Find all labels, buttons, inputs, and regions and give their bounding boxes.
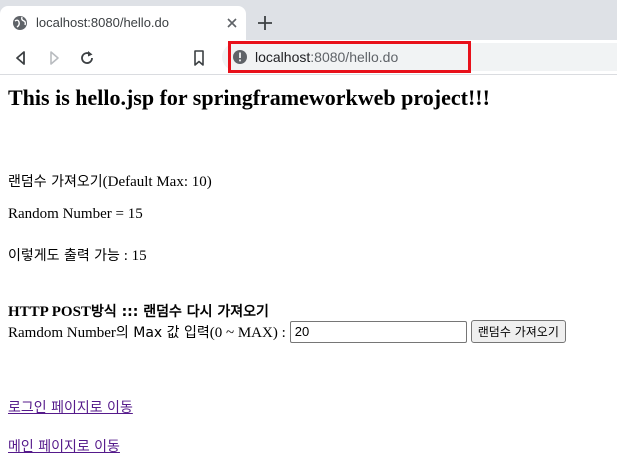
tab-strip: localhost:8080/hello.do xyxy=(0,0,617,40)
page-heading: This is hello.jsp for springframeworkweb… xyxy=(8,85,490,110)
info-icon[interactable] xyxy=(232,49,248,65)
bookmark-icon[interactable] xyxy=(190,49,208,67)
get-random-button[interactable]: 랜덤수 가져오기 xyxy=(470,320,566,343)
tab-title: localhost:8080/hello.do xyxy=(36,15,169,30)
random-number-line: Random Number = 15 xyxy=(8,206,143,222)
url-text[interactable]: localhost:8080/hello.do xyxy=(255,49,398,65)
globe-icon xyxy=(13,16,27,30)
address-bar[interactable]: localhost:8080/hello.do xyxy=(222,43,617,71)
print-line: 이렇게도 출력 가능 : 15 xyxy=(8,248,147,264)
reload-icon[interactable] xyxy=(78,49,96,67)
form-label: Ramdom Number의 Max 값 입력(0 ~ MAX) : xyxy=(8,324,286,341)
new-tab-icon[interactable] xyxy=(256,14,274,32)
forward-icon[interactable] xyxy=(45,49,63,67)
back-icon[interactable] xyxy=(12,49,30,67)
browser-tab[interactable]: localhost:8080/hello.do xyxy=(0,6,246,40)
random-form: Ramdom Number의 Max 값 입력(0 ~ MAX) : 랜덤수 가… xyxy=(8,320,566,343)
post-heading: HTTP POST방식 ::: 랜덤수 다시 가져오기 xyxy=(8,304,269,320)
browser-toolbar: localhost:8080/hello.do xyxy=(0,40,617,75)
close-icon[interactable] xyxy=(224,15,240,31)
login-page-link[interactable]: 로그인 페이지로 이동 xyxy=(8,397,133,417)
max-value-input[interactable] xyxy=(289,320,467,343)
random-caption: 랜덤수 가져오기(Default Max: 10) xyxy=(8,174,212,190)
main-page-link[interactable]: 메인 페이지로 이동 xyxy=(8,436,120,456)
